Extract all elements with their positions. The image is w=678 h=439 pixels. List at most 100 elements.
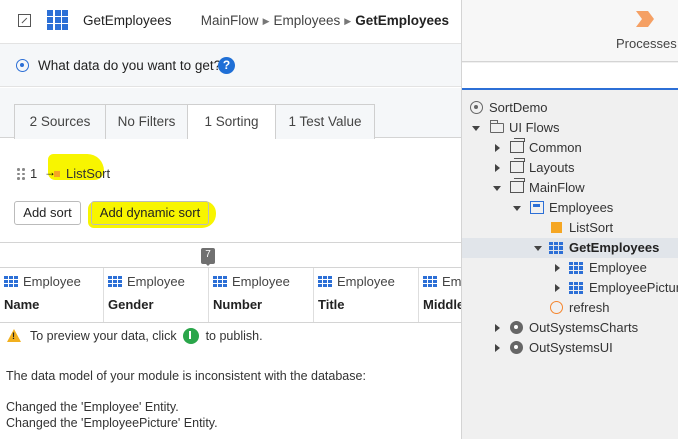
tree-item-employeepicture[interactable]: EmployeePicture	[462, 278, 678, 298]
publish-icon[interactable]	[183, 328, 200, 344]
breadcrumb-separator-icon: ▶	[344, 16, 352, 26]
tree-item-label: Common	[529, 140, 582, 155]
breadcrumb-current: GetEmployees	[355, 13, 449, 28]
expand-icon[interactable]	[495, 344, 500, 352]
ui-flow-icon	[510, 138, 525, 153]
aggregate-icon	[549, 242, 563, 254]
tree-item-label: GetEmployees	[569, 240, 660, 255]
tree-item-layouts[interactable]: Layouts	[462, 158, 678, 178]
entity-icon	[108, 276, 122, 287]
drag-handle-icon[interactable]	[17, 168, 25, 180]
collapse-icon[interactable]	[513, 206, 521, 211]
column-entity: Employee	[23, 274, 81, 289]
expand-icon[interactable]	[495, 144, 500, 152]
tree-item-label: Layouts	[529, 160, 575, 175]
breadcrumb-separator-icon: ▶	[262, 16, 270, 26]
aggregate-editor: GetEmployees MainFlow ▶ Employees ▶ GetEmplo…	[0, 0, 461, 439]
column-header[interactable]: Em Middle	[419, 268, 461, 322]
folder-icon	[490, 120, 504, 133]
screen-action-icon	[550, 301, 563, 314]
tab-test-values[interactable]: 1 Test Value	[275, 104, 375, 139]
column-header[interactable]: Employee Number	[209, 268, 314, 322]
tree-item-label: MainFlow	[529, 180, 585, 195]
processes-label: Processes	[616, 36, 677, 51]
ui-flow-icon	[510, 158, 525, 173]
processes-tab[interactable]: Processes	[462, 0, 678, 62]
open-in-new-icon[interactable]	[18, 14, 31, 27]
tree-item-label: OutSystemsCharts	[529, 320, 639, 335]
ui-flow-icon	[510, 178, 525, 193]
processes-icon	[636, 11, 654, 27]
column-name: Name	[4, 297, 40, 312]
tree-item-outsystemscharts[interactable]: OutSystemsCharts	[462, 318, 678, 338]
aggregate-tabs: 2 Sources No Filters 1 Sorting 1 Test Va…	[0, 88, 461, 139]
section-divider	[0, 242, 461, 243]
column-header[interactable]: Employee Gender	[104, 268, 209, 322]
inconsistency-message: The data model of your module is inconsi…	[6, 369, 366, 383]
column-entity: Employee	[127, 274, 185, 289]
changed-entity-message: Changed the 'Employee' Entity.	[6, 400, 179, 414]
column-name: Number	[213, 297, 263, 312]
tree-item-label: Employee	[589, 260, 647, 275]
tree-item-common[interactable]: Common	[462, 138, 678, 158]
tab-sorting[interactable]: 1 Sorting	[187, 104, 276, 139]
expand-icon[interactable]	[555, 284, 560, 292]
tree-item-employees[interactable]: Employees	[462, 198, 678, 218]
collapse-icon[interactable]	[493, 186, 501, 191]
tree-item-getemployees[interactable]: GetEmployees	[462, 238, 678, 258]
sort-variable-icon	[551, 222, 562, 233]
column-entity: Employee	[337, 274, 395, 289]
warning-text: To preview your data, click	[30, 329, 177, 343]
entity-icon	[318, 276, 332, 287]
tree-item-outsystemsui[interactable]: OutSystemsUI	[462, 338, 678, 358]
question-bar: What data do you want to get? ?	[0, 43, 461, 87]
panel-tab-indicator	[462, 63, 678, 90]
tree-item-label: EmployeePicture	[589, 280, 678, 295]
sort-variable-icon	[54, 171, 60, 177]
warning-text: to publish.	[205, 329, 263, 343]
tree-item-listsort[interactable]: ListSort	[462, 218, 678, 238]
tree-item-sortdemo[interactable]: SortDemo	[462, 98, 678, 118]
target-icon	[16, 59, 29, 72]
module-ref-icon	[510, 341, 523, 354]
expand-icon[interactable]	[555, 264, 560, 272]
column-name: Title	[318, 297, 345, 312]
column-header[interactable]: Employee Title	[314, 268, 419, 322]
tree-item-ui-flows[interactable]: UI Flows	[462, 118, 678, 138]
tree-item-mainflow[interactable]: MainFlow	[462, 178, 678, 198]
expand-icon[interactable]	[495, 164, 500, 172]
preview-table-header: Employee Name Employee Gender Employee N…	[0, 267, 461, 323]
module-ref-icon	[510, 321, 523, 334]
record-count-badge: 7	[201, 248, 215, 266]
add-sort-button[interactable]: Add sort	[14, 201, 81, 225]
question-text: What data do you want to get?	[38, 58, 222, 73]
tab-filters[interactable]: No Filters	[105, 104, 188, 139]
column-header[interactable]: Employee Name	[0, 268, 104, 322]
tab-sources[interactable]: 2 Sources	[14, 104, 106, 139]
entity-icon	[4, 276, 18, 287]
module-icon	[470, 101, 483, 114]
breadcrumb-employees[interactable]: Employees	[273, 13, 340, 28]
help-icon[interactable]: ?	[218, 57, 235, 74]
entity-icon	[423, 276, 437, 287]
collapse-icon[interactable]	[472, 126, 480, 131]
breadcrumb-mainflow[interactable]: MainFlow	[201, 13, 259, 28]
column-name: Middle	[423, 297, 461, 312]
tree-item-label: SortDemo	[489, 100, 548, 115]
expand-icon[interactable]	[495, 324, 500, 332]
tree-item-label: OutSystemsUI	[529, 340, 613, 355]
preview-warning: To preview your data, click to publish.	[30, 328, 263, 344]
warning-icon	[7, 329, 21, 342]
breadcrumb: MainFlow ▶ Employees ▶ GetEmployees	[201, 13, 449, 28]
entity-icon	[569, 262, 583, 274]
tree-item-label: refresh	[569, 300, 610, 315]
changed-entity-message: Changed the 'EmployeePicture' Entity.	[6, 416, 218, 430]
entity-icon	[213, 276, 227, 287]
screen-icon	[530, 201, 544, 214]
sort-item-label: ListSort	[66, 166, 111, 181]
tree-item-refresh[interactable]: refresh	[462, 298, 678, 318]
collapse-icon[interactable]	[534, 246, 542, 251]
add-dynamic-sort-button[interactable]: Add dynamic sort	[91, 201, 209, 225]
aggregate-icon	[47, 10, 68, 30]
tree-item-employee[interactable]: Employee	[462, 258, 678, 278]
